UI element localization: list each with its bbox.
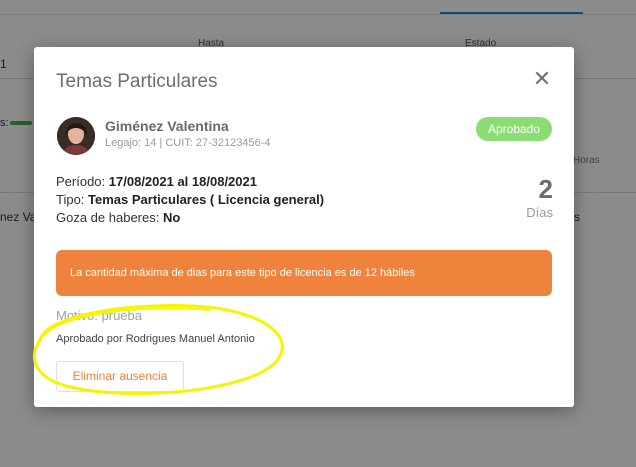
tipo-label: Tipo: [56, 192, 85, 207]
goza-line: Goza de haberes: No [56, 210, 180, 225]
days-count: 2 [538, 174, 553, 204]
status-badge: Aprobado [476, 117, 552, 141]
tipo-value: Temas Particulares ( Licencia general) [88, 192, 325, 207]
modal-title: Temas Particulares [56, 71, 218, 92]
days-label: Días [526, 205, 553, 220]
motivo-text: Motivo: prueba [56, 308, 142, 323]
avatar [57, 117, 95, 155]
close-icon[interactable]: ✕ [530, 67, 554, 91]
absence-detail-modal: Temas Particulares ✕ Giménez Valentina L… [34, 47, 574, 407]
employee-name: Giménez Valentina [105, 118, 229, 134]
approved-by-text: Aprobado por Rodrigues Manuel Antonio [56, 333, 255, 345]
tipo-line: Tipo: Temas Particulares ( Licencia gene… [56, 192, 324, 207]
max-days-alert: La cantidad máxima de dias para este tip… [56, 250, 552, 296]
periodo-label: Período: [56, 174, 106, 189]
periodo-line: Período: 17/08/2021 al 18/08/2021 [56, 174, 257, 189]
goza-label: Goza de haberes: [56, 210, 160, 225]
periodo-value: 17/08/2021 al 18/08/2021 [108, 174, 257, 189]
goza-value: No [162, 210, 181, 225]
delete-absence-button[interactable]: Eliminar ausencia [56, 361, 184, 392]
employee-details: Legajo: 14 | CUIT: 27-32123456-4 [105, 137, 271, 149]
